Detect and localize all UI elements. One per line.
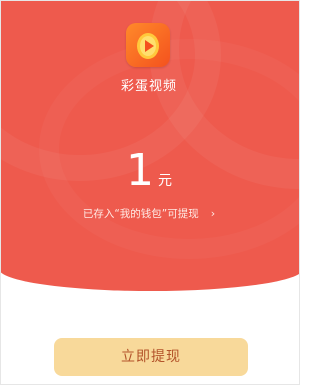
app-name: 彩蛋视频: [120, 79, 177, 94]
reward-screen: 彩蛋视频 1元 已存入“我的钱包”可提现 › 立即提现: [0, 0, 300, 385]
wallet-note: 已存入“我的钱包”可提现: [82, 208, 199, 220]
amount-unit: 元: [158, 173, 172, 189]
video-egg-icon: [137, 33, 159, 59]
app-logo: [126, 23, 170, 67]
withdraw-button[interactable]: 立即提现: [54, 338, 248, 376]
reward-amount: 1元: [1, 149, 299, 193]
reward-panel: 彩蛋视频 1元 已存入“我的钱包”可提现 ›: [1, 1, 299, 291]
wallet-link[interactable]: 已存入“我的钱包”可提现 ›: [1, 206, 299, 221]
amount-value: 1: [126, 145, 154, 196]
chevron-right-icon: ›: [210, 207, 216, 220]
